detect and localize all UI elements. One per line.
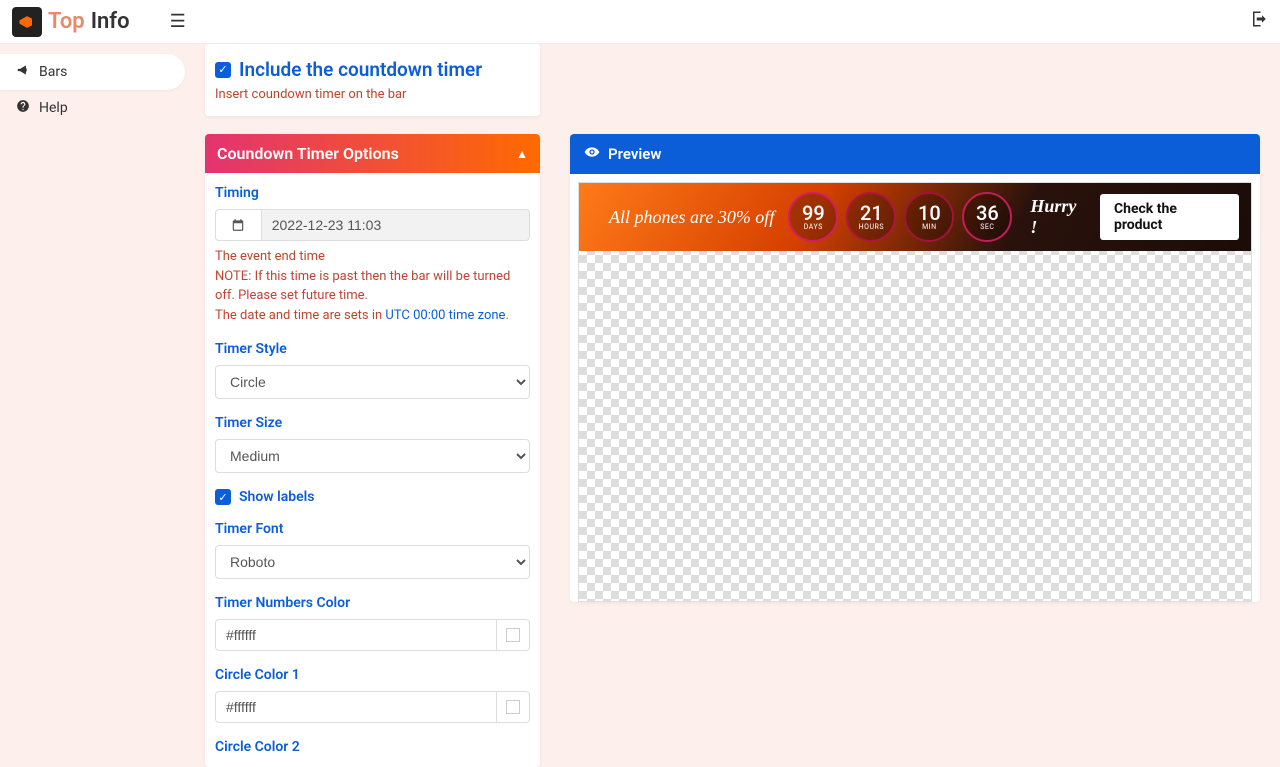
preview-canvas: All phones are 30% off 99 DAYS 21 HOURS bbox=[578, 182, 1252, 602]
sidebar-item-help[interactable]: Help bbox=[0, 90, 185, 126]
font-group: Timer Font Roboto bbox=[215, 521, 530, 579]
style-group: Timer Style Circle bbox=[215, 341, 530, 399]
timing-help-3: The date and time are sets in UTC 00:00 … bbox=[215, 306, 530, 326]
timer-group: 99 DAYS 21 HOURS 10 MIN bbox=[788, 192, 1012, 242]
show-labels-label: Show labels bbox=[239, 489, 315, 505]
logo-text-info: Info bbox=[91, 9, 130, 34]
utc-link[interactable]: UTC 00:00 time zone bbox=[385, 308, 505, 323]
bar-text-mid: Hurry ! bbox=[1030, 196, 1086, 238]
size-select[interactable]: Medium bbox=[215, 439, 530, 473]
show-labels-group: ✓ Show labels bbox=[215, 489, 530, 505]
include-desc: Insert coundown timer on the bar bbox=[215, 87, 530, 102]
options-panel: Coundown Timer Options ▲ Timing T bbox=[205, 134, 540, 767]
size-group: Timer Size Medium bbox=[215, 415, 530, 473]
include-checkbox[interactable]: ✓ bbox=[215, 62, 231, 78]
numcolor-label: Timer Numbers Color bbox=[215, 595, 530, 611]
sidebar: Bars Help bbox=[0, 44, 185, 720]
logo-mark-icon bbox=[12, 7, 42, 37]
preview-panel: Preview All phones are 30% off 99 DAYS bbox=[570, 134, 1260, 602]
hamburger-icon[interactable]: ☰ bbox=[170, 11, 186, 32]
include-label: Include the countdown timer bbox=[239, 58, 482, 81]
style-label: Timer Style bbox=[215, 341, 530, 357]
timing-input[interactable] bbox=[261, 209, 530, 241]
timing-help-1: The event end time bbox=[215, 247, 530, 267]
logo[interactable]: TopInfo bbox=[12, 7, 130, 37]
question-icon bbox=[15, 99, 31, 117]
numcolor-swatch[interactable] bbox=[496, 619, 530, 651]
timing-group: Timing The event end time NOTE: If this … bbox=[215, 185, 530, 325]
bar-preview: All phones are 30% off 99 DAYS 21 HOURS bbox=[579, 183, 1251, 251]
header-left: TopInfo ☰ bbox=[12, 7, 186, 37]
timing-help-2: NOTE: If this time is past then the bar … bbox=[215, 267, 530, 306]
options-panel-title: Coundown Timer Options bbox=[217, 144, 399, 163]
eye-icon bbox=[584, 144, 600, 164]
style-select[interactable]: Circle bbox=[215, 365, 530, 399]
sidebar-item-label: Help bbox=[39, 100, 68, 116]
numcolor-group: Timer Numbers Color bbox=[215, 595, 530, 651]
size-label: Timer Size bbox=[215, 415, 530, 431]
circle2-label: Circle Color 2 bbox=[215, 739, 530, 755]
bar-cta-button[interactable]: Check the product bbox=[1100, 194, 1239, 240]
left-column: ✓ Include the countdown timer Insert cou… bbox=[205, 44, 540, 700]
calendar-icon[interactable] bbox=[215, 209, 261, 241]
timer-min: 10 MIN bbox=[904, 192, 954, 242]
circle1-group: Circle Color 1 bbox=[215, 667, 530, 723]
font-select[interactable]: Roboto bbox=[215, 545, 530, 579]
timer-sec: 36 SEC bbox=[962, 192, 1012, 242]
app-header: TopInfo ☰ bbox=[0, 0, 1280, 44]
logo-text-top: Top bbox=[48, 9, 85, 34]
timer-days: 99 DAYS bbox=[788, 192, 838, 242]
circle1-input[interactable] bbox=[215, 691, 496, 723]
numcolor-input[interactable] bbox=[215, 619, 496, 651]
options-panel-header[interactable]: Coundown Timer Options ▲ bbox=[205, 134, 540, 173]
sidebar-item-label: Bars bbox=[39, 64, 67, 80]
show-labels-checkbox[interactable]: ✓ bbox=[215, 489, 231, 505]
right-column: Preview All phones are 30% off 99 DAYS bbox=[570, 44, 1260, 700]
main-content: ✓ Include the countdown timer Insert cou… bbox=[185, 44, 1280, 720]
timing-label: Timing bbox=[215, 185, 530, 201]
circle1-swatch[interactable] bbox=[496, 691, 530, 723]
logout-icon[interactable] bbox=[1250, 10, 1268, 33]
circle2-group: Circle Color 2 bbox=[215, 739, 530, 755]
sidebar-item-bars[interactable]: Bars bbox=[0, 54, 185, 90]
timer-hours: 21 HOURS bbox=[846, 192, 896, 242]
preview-title: Preview bbox=[608, 145, 661, 163]
preview-header: Preview bbox=[570, 134, 1260, 174]
bar-text-left: All phones are 30% off bbox=[609, 207, 774, 228]
include-card: ✓ Include the countdown timer Insert cou… bbox=[205, 44, 540, 116]
font-label: Timer Font bbox=[215, 521, 530, 537]
megaphone-icon bbox=[15, 63, 31, 81]
circle1-label: Circle Color 1 bbox=[215, 667, 530, 683]
chevron-up-icon: ▲ bbox=[516, 147, 528, 161]
